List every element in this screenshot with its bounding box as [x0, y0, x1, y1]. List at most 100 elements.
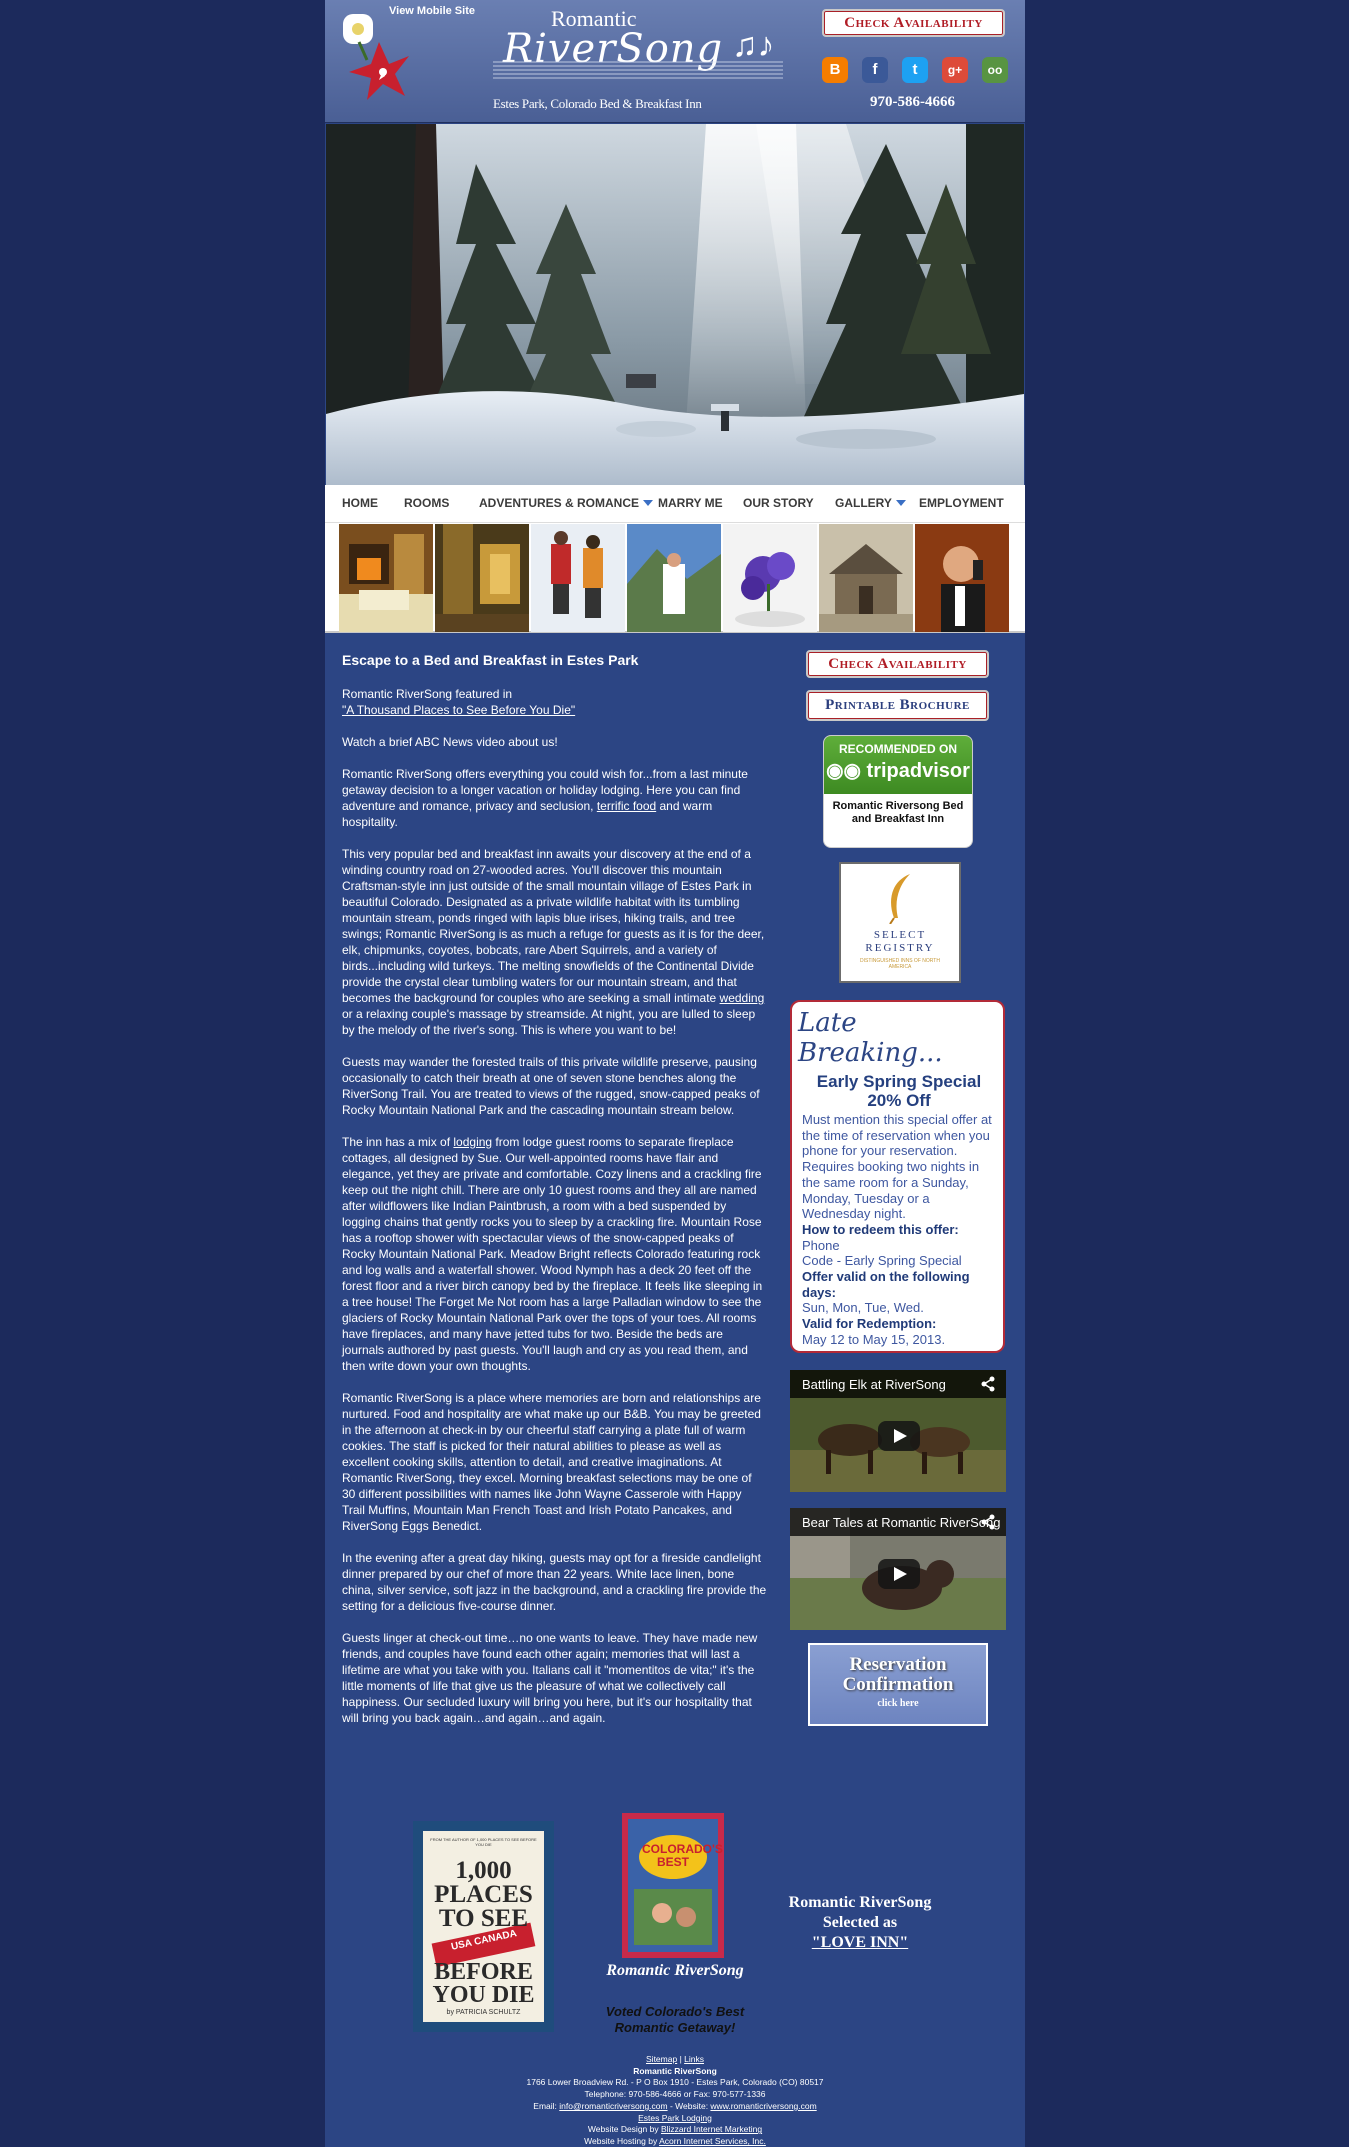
- main-content: Escape to a Bed and Breakfast in Estes P…: [342, 652, 767, 1742]
- share-icon[interactable]: [980, 1514, 996, 1530]
- redeem-label: How to redeem this offer:: [802, 1221, 959, 1237]
- hero-image-snowy-forest: [326, 124, 1024, 485]
- logo-tagline: Estes Park, Colorado Bed & Breakfast Inn: [493, 96, 702, 111]
- play-icon[interactable]: [878, 1421, 920, 1451]
- blogger-icon[interactable]: B: [822, 57, 848, 83]
- tripadvisor-wordmark: tripadvisor: [866, 760, 970, 782]
- book1-title-line-e: YOU DIE: [432, 1982, 535, 2008]
- inn-description-paragraph: This very popular bed and breakfast inn …: [342, 846, 767, 1038]
- nav-adventures-romance[interactable]: ADVENTURES & ROMANCE: [479, 485, 654, 523]
- site-header: View Mobile Site Romantic RiverSong ♫♪ E…: [325, 0, 1025, 123]
- abc-news-video-text: Watch a brief ABC News video about us!: [342, 735, 558, 749]
- footer-website-link[interactable]: www.romanticriversong.com: [710, 2101, 816, 2111]
- video-bear-tales[interactable]: Bear Tales at Romantic RiverSong: [790, 1508, 1006, 1630]
- chevron-down-icon: [643, 500, 654, 506]
- photo-strip: [325, 523, 1025, 633]
- video-title-bar: Battling Elk at RiverSong: [790, 1370, 1006, 1398]
- flower-logo-icon: [343, 14, 409, 100]
- footer-email-link[interactable]: info@romanticriversong.com: [559, 2101, 667, 2111]
- nav-rooms[interactable]: ROOMS: [404, 485, 449, 523]
- music-staff-lines: [493, 61, 783, 79]
- tripadvisor-logo: ◉◉ tripadvisor: [824, 758, 972, 783]
- footer-design-label: Website Design by: [587, 2124, 661, 2135]
- thumb-vintage-cabin[interactable]: [819, 524, 913, 632]
- owl-eyes-icon: ◉◉: [826, 760, 861, 782]
- rooms-paragraph: The inn has a mix of lodging from lodge …: [342, 1134, 767, 1374]
- main-navigation: HOME ROOMS ADVENTURES & ROMANCE MARRY ME…: [325, 485, 1025, 523]
- footer-telephone: Telephone: 970-586-4666 or Fax: 970-577-…: [584, 2089, 766, 2100]
- facebook-icon[interactable]: f: [862, 57, 888, 83]
- book1-title: 1,000 PLACES TO SEE: [423, 1858, 544, 1931]
- nav-gallery-label: GALLERY: [835, 496, 892, 510]
- dinner-paragraph: In the evening after a great day hiking,…: [342, 1551, 767, 1613]
- google-plus-icon[interactable]: g+: [942, 57, 968, 83]
- printable-brochure-button[interactable]: Printable Brochure: [806, 690, 989, 721]
- reservation-confirmation-button[interactable]: Reservation Confirmation click here: [808, 1643, 988, 1726]
- offer-requirements-text: Requires booking two nights in the same …: [802, 1159, 980, 1222]
- thumb-iris-flowers[interactable]: [723, 524, 817, 632]
- late-breaking-special-box: Late Breaking... Early Spring Special 20…: [790, 1000, 1005, 1353]
- blizzard-link[interactable]: Blizzard Internet Marketing: [661, 2124, 762, 2134]
- thumb-fireplace-room[interactable]: [339, 524, 433, 632]
- love-inn-link[interactable]: "LOVE INN": [812, 1934, 908, 1951]
- offer-code: Code - Early Spring Special: [802, 1253, 962, 1269]
- reservation-click-here: click here: [877, 1698, 919, 1709]
- links-link[interactable]: Links: [684, 2054, 704, 2064]
- wedding-link[interactable]: wedding: [720, 991, 765, 1005]
- valid-days: Sun, Mon, Tue, Wed.: [802, 1300, 924, 1316]
- book1-from-text: FROM THE AUTHOR OF 1,000 PLACES TO SEE B…: [430, 1837, 537, 1847]
- intro-paragraph: Romantic RiverSong offers everything you…: [342, 766, 767, 830]
- tripadvisor-badge[interactable]: RECOMMENDED ON ◉◉ tripadvisor Romantic R…: [823, 735, 973, 848]
- valid-redemption-label: Valid for Redemption:: [802, 1316, 937, 1332]
- page-container: View Mobile Site Romantic RiverSong ♫♪ E…: [325, 0, 1025, 2147]
- estes-park-lodging-link[interactable]: Estes Park Lodging: [638, 2113, 712, 2123]
- thumb-man-on-phone[interactable]: [915, 524, 1009, 632]
- nav-employment[interactable]: EMPLOYMENT: [919, 485, 1004, 523]
- footer-website-label: - Website:: [667, 2100, 711, 2111]
- select-registry-badge[interactable]: SELECT REGISTRY DISTINGUISHED INNS OF NO…: [839, 862, 961, 983]
- reservation-confirmation-title: Reservation Confirmation: [842, 1654, 954, 1695]
- tripadvisor-recommended-text: RECOMMENDED ON: [838, 742, 957, 756]
- play-icon[interactable]: [878, 1559, 920, 1589]
- lodging-link[interactable]: lodging: [453, 1135, 492, 1149]
- check-availability-button[interactable]: Check Availability: [822, 9, 1005, 37]
- sidebar-check-availability-button[interactable]: Check Availability: [806, 650, 989, 678]
- nav-gallery[interactable]: GALLERY: [835, 485, 906, 523]
- acorn-link[interactable]: Acorn Internet Services, Inc.: [659, 2136, 766, 2146]
- book-colorados-best-cover[interactable]: COLORADO'S BEST: [622, 1813, 724, 1958]
- nav-home[interactable]: HOME: [342, 485, 378, 523]
- sitemap-link[interactable]: Sitemap: [646, 2054, 677, 2064]
- p2-text-a: This very popular bed and breakfast inn …: [342, 847, 765, 1005]
- tripadvisor-icon[interactable]: oo: [982, 57, 1008, 83]
- video-battling-elk[interactable]: Battling Elk at RiverSong: [790, 1370, 1006, 1492]
- book-colorados-best-art: [622, 1813, 724, 1958]
- twitter-icon[interactable]: t: [902, 57, 928, 83]
- footer-hosting-label: Website Hosting by: [584, 2135, 660, 2146]
- terrific-food-link[interactable]: terrific food: [597, 799, 656, 813]
- book1-title-bottom: BEFORE YOU DIE: [423, 1959, 544, 2008]
- nav-marry-me[interactable]: MARRY ME: [658, 485, 723, 523]
- footer-email-label: Email:: [533, 2100, 560, 2111]
- footer-design-row: Website Design by Blizzard Internet Mark…: [325, 2124, 1025, 2136]
- footer-contact-row: Email: info@romanticriversong.com - Webs…: [325, 2101, 1025, 2113]
- book-1000-places-cover[interactable]: FROM THE AUTHOR OF 1,000 PLACES TO SEE B…: [413, 1821, 554, 2032]
- select-registry-subtitle: DISTINGUISHED INNS OF NORTH AMERICA: [860, 958, 940, 970]
- p4-text-b: from lodge guest rooms to separate firep…: [342, 1135, 763, 1373]
- thumb-cabin-porch[interactable]: [435, 524, 529, 632]
- nav-our-story[interactable]: OUR STORY: [743, 485, 814, 523]
- featured-in-paragraph: Romantic RiverSong featured in "A Thousa…: [342, 686, 767, 718]
- offer-mention-text: Must mention this special offer at the t…: [802, 1112, 992, 1159]
- chevron-down-icon: [895, 500, 906, 506]
- share-icon[interactable]: [980, 1376, 996, 1392]
- thumb-snowshoe-couple[interactable]: [531, 524, 625, 632]
- hospitality-paragraph: Romantic RiverSong is a place where memo…: [342, 1391, 761, 1533]
- select-registry-title: SELECT REGISTRY: [865, 929, 935, 954]
- thousand-places-link[interactable]: "A Thousand Places to See Before You Die…: [342, 703, 575, 717]
- book1-title-line-d: BEFORE: [434, 1959, 533, 1985]
- checkout-paragraph: Guests linger at check-out time…no one w…: [342, 1631, 758, 1725]
- book1-title-line-b: PLACES: [434, 1881, 533, 1908]
- valid-redemption-dates: May 12 to May 15, 2013.: [802, 1331, 946, 1347]
- footer-lodging-row: Estes Park Lodging: [325, 2113, 1025, 2125]
- book2-caption: Romantic RiverSong: [606, 1962, 744, 1979]
- thumb-wedding-couple[interactable]: [627, 524, 721, 632]
